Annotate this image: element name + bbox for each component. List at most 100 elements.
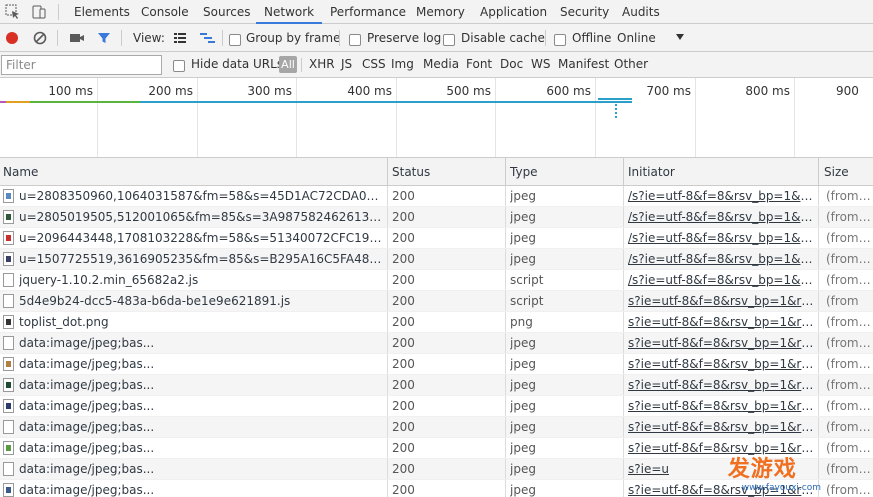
column-initiator[interactable]: Initiator — [628, 165, 675, 179]
inspect-element-icon[interactable] — [4, 3, 22, 21]
table-row[interactable]: data:image/jpeg;bas... 200 jpeg s?ie=utf-8&… — [0, 396, 873, 417]
cell-name: data:image/jpeg;bas... — [19, 441, 155, 455]
hide-data-urls-checkbox[interactable] — [173, 58, 185, 72]
column-name[interactable]: Name — [3, 165, 38, 179]
filter-type-css[interactable]: CSS — [362, 57, 386, 71]
chevron-down-icon[interactable] — [675, 32, 685, 42]
timeline-gridline — [396, 78, 397, 157]
cell-initiator[interactable]: /s?ie=utf-8&f=8&rsv_bp=1&rsv_... — [628, 210, 814, 224]
tab-memory[interactable]: Memory — [408, 0, 473, 24]
cell-initiator[interactable]: s?ie=utf-8&f=8&rsv_bp=1&rsv_i... — [628, 315, 814, 329]
filter-type-ws[interactable]: WS — [531, 57, 550, 71]
cell-status: 200 — [392, 231, 415, 245]
cell-initiator[interactable]: /s?ie=utf-8&f=8&rsv_bp=1&rsv_... — [628, 252, 814, 266]
waterfall-icon[interactable] — [199, 30, 217, 46]
group-by-frame-checkbox[interactable] — [229, 32, 241, 46]
column-divider — [387, 417, 388, 437]
column-status[interactable]: Status — [392, 165, 430, 179]
record-icon[interactable] — [4, 30, 20, 46]
file-icon — [3, 483, 14, 497]
table-row[interactable]: data:image/jpeg;bas... 200 jpeg s?ie=utf-8&… — [0, 354, 873, 375]
cell-initiator[interactable]: s?ie=utf-8&f=8&rsv_bp=1&rsv_i... — [628, 378, 814, 392]
filter-type-manifest[interactable]: Manifest — [558, 57, 609, 71]
filter-input[interactable] — [1, 55, 162, 75]
table-row[interactable]: data:image/jpeg;bas... 200 jpeg s?ie=utf-8&… — [0, 333, 873, 354]
tab-security[interactable]: Security — [552, 0, 617, 24]
cell-initiator[interactable]: /s?ie=utf-8&f=8&rsv_bp=1&rsv_... — [628, 189, 814, 203]
column-divider — [623, 354, 624, 374]
timeline-bar — [598, 98, 632, 100]
timeline-tick-label: 900 — [836, 84, 859, 98]
cell-size: (from me — [826, 378, 873, 392]
table-row[interactable]: toplist_dot.png 200 png s?ie=utf-8&f=8&rsv_… — [0, 312, 873, 333]
device-toolbar-icon[interactable] — [30, 3, 48, 21]
tab-console[interactable]: Console — [133, 0, 197, 24]
filter-icon[interactable] — [96, 30, 112, 46]
offline-checkbox[interactable] — [554, 32, 566, 46]
column-size[interactable]: Size — [824, 165, 849, 179]
file-icon — [3, 357, 14, 371]
cell-initiator[interactable]: s?ie=utf-8&f=8&rsv_bp=1&rsv_i... — [628, 357, 814, 371]
column-resizer[interactable] — [387, 158, 388, 185]
tab-audits[interactable]: Audits — [614, 0, 668, 24]
thumbnail-preview — [6, 256, 11, 262]
column-divider — [387, 438, 388, 458]
table-row[interactable]: data:image/jpeg;bas... 200 jpeg s?ie=utf-8&… — [0, 375, 873, 396]
column-divider — [818, 270, 819, 290]
cell-initiator[interactable]: s?ie=utf-8&f=8&rsv_bp=1&rsv_i... — [628, 420, 814, 434]
tab-network[interactable]: Network — [256, 0, 323, 24]
cell-initiator[interactable]: s?ie=utf-8&f=8&rsv_bp=1&rsv_i... — [628, 336, 814, 350]
timeline-tick-label: 100 ms — [48, 84, 93, 98]
cell-name: data:image/jpeg;bas... — [19, 357, 155, 371]
column-resizer[interactable] — [623, 158, 624, 185]
table-row[interactable]: data:image/jpeg;bas... 200 jpeg s?ie=utf-8&… — [0, 417, 873, 438]
column-resizer[interactable] — [505, 158, 506, 185]
filter-type-img[interactable]: Img — [391, 57, 414, 71]
filter-type-js[interactable]: JS — [341, 57, 352, 71]
filter-type-doc[interactable]: Doc — [500, 57, 523, 71]
table-row[interactable]: 5d4e9b24-dcc5-483a-b6da-be1e9e621891.js 2… — [0, 291, 873, 312]
large-rows-icon[interactable] — [172, 30, 188, 46]
filter-type-xhr[interactable]: XHR — [309, 57, 335, 71]
cell-status: 200 — [392, 294, 415, 308]
file-icon — [3, 399, 14, 413]
table-row[interactable]: u=2096443448,1708103228&fm=58&s=51340072… — [0, 228, 873, 249]
file-icon — [3, 210, 14, 224]
table-row[interactable]: u=2805019505,512001065&fm=85&s=3A9875824… — [0, 207, 873, 228]
tab-elements[interactable]: Elements — [66, 0, 138, 24]
cell-initiator[interactable]: /s?ie=utf-8&f=8&rsv_bp=1&rsv_... — [628, 231, 814, 245]
filter-all-button[interactable]: All — [279, 56, 297, 73]
cell-initiator[interactable]: s?ie=utf-8&f=8&rsv_bp=1&rsv_i... — [628, 399, 814, 413]
file-icon — [3, 273, 14, 287]
disable-cache-checkbox[interactable] — [443, 32, 455, 46]
cell-type: script — [510, 294, 544, 308]
tab-performance[interactable]: Performance — [322, 0, 414, 24]
preserve-log-checkbox[interactable] — [349, 32, 361, 46]
column-divider — [623, 186, 624, 206]
camera-icon[interactable] — [68, 30, 86, 46]
clear-icon[interactable] — [32, 30, 48, 46]
timeline-gridline — [296, 78, 297, 157]
cell-initiator[interactable]: s?ie=utf-8&f=8&rsv_bp=1&rsv_i... — [628, 294, 814, 308]
filter-type-other[interactable]: Other — [614, 57, 648, 71]
preserve-log-label: Preserve log — [367, 31, 442, 45]
column-divider — [505, 480, 506, 497]
column-divider — [818, 249, 819, 269]
filter-type-font[interactable]: Font — [466, 57, 492, 71]
table-row[interactable]: u=1507725519,3616905235&fm=85&s=B295A16C… — [0, 249, 873, 270]
column-type[interactable]: Type — [510, 165, 538, 179]
table-row[interactable]: jquery-1.10.2.min_65682a2.js 200 script/s?… — [0, 270, 873, 291]
filter-type-media[interactable]: Media — [423, 57, 459, 71]
column-divider — [505, 207, 506, 227]
file-icon — [3, 294, 14, 308]
table-row[interactable]: u=2808350960,1064031587&fm=58&s=45D1AC72… — [0, 186, 873, 207]
timeline-gridline — [695, 78, 696, 157]
column-resizer[interactable] — [818, 158, 819, 185]
timeline-tick-label: 800 ms — [745, 84, 790, 98]
column-divider — [818, 396, 819, 416]
tab-application[interactable]: Application — [472, 0, 555, 24]
tab-sources[interactable]: Sources — [195, 0, 258, 24]
watermark-logo: 发游戏 www.fayouxi.com — [728, 451, 821, 493]
cell-initiator[interactable]: /s?ie=utf-8&f=8&rsv_bp=1&rsv_... — [628, 273, 814, 287]
throttle-select[interactable]: Online — [617, 31, 656, 45]
